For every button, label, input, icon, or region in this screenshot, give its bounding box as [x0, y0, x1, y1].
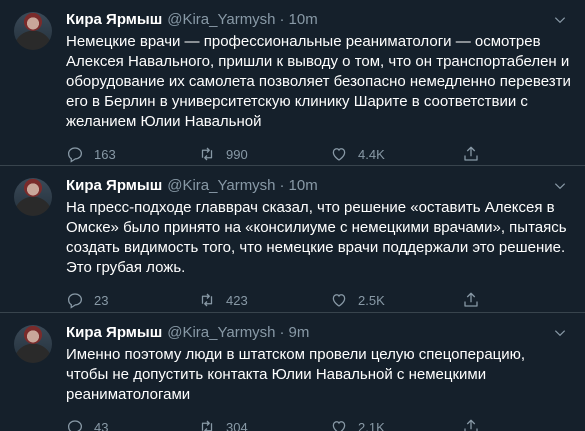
- timestamp[interactable]: 10m: [289, 176, 318, 196]
- share-icon: [462, 418, 480, 431]
- tweet-meta: Кира Ярмыш @Kira_Yarmysh · 9m: [66, 323, 309, 343]
- heart-icon: [330, 291, 348, 309]
- avatar[interactable]: [14, 178, 52, 216]
- tweet[interactable]: Кира Ярмыш @Kira_Yarmysh · 9m Именно поэ…: [0, 313, 585, 431]
- like-button[interactable]: 4.4K: [330, 145, 462, 163]
- tweet[interactable]: Кира Ярмыш @Kira_Yarmysh · 10m Немецкие …: [0, 0, 585, 166]
- retweet-button[interactable]: 990: [198, 145, 330, 163]
- tweet-meta: Кира Ярмыш @Kira_Yarmysh · 10m: [66, 176, 318, 196]
- share-button[interactable]: [462, 418, 492, 431]
- tweet-meta: Кира Ярмыш @Kira_Yarmysh · 10m: [66, 10, 318, 30]
- tweet-header: Кира Ярмыш @Kira_Yarmysh · 10m: [66, 176, 571, 196]
- author-name[interactable]: Кира Ярмыш: [66, 10, 162, 30]
- retweet-icon: [198, 418, 216, 431]
- author-handle[interactable]: @Kira_Yarmysh: [167, 10, 275, 30]
- tweet-text: На пресс-подходе главврач сказал, что ре…: [66, 199, 567, 276]
- heart-icon: [330, 145, 348, 163]
- author-handle[interactable]: @Kira_Yarmysh: [167, 323, 275, 343]
- retweet-button[interactable]: 423: [198, 291, 330, 309]
- retweet-icon: [198, 291, 216, 309]
- timestamp[interactable]: 10m: [289, 10, 318, 30]
- tweet-content: Кира Ярмыш @Kira_Yarmysh · 10m Немецкие …: [63, 10, 571, 165]
- share-icon: [462, 145, 480, 163]
- like-button[interactable]: 2.1K: [330, 418, 462, 431]
- reply-count: 43: [94, 419, 109, 431]
- separator-dot: ·: [279, 177, 285, 194]
- timestamp[interactable]: 9m: [289, 323, 310, 343]
- tweet-header: Кира Ярмыш @Kira_Yarmysh · 9m: [66, 323, 571, 343]
- retweet-count: 423: [226, 292, 248, 308]
- avatar-column: [14, 323, 63, 431]
- reply-count: 163: [94, 146, 116, 162]
- tweet-content: Кира Ярмыш @Kira_Yarmysh · 9m Именно поэ…: [63, 323, 571, 431]
- reply-icon: [66, 418, 84, 431]
- retweet-icon: [198, 145, 216, 163]
- tweet-actions: 43 304 2.1K: [66, 417, 571, 431]
- chevron-down-icon[interactable]: [551, 177, 569, 195]
- heart-icon: [330, 418, 348, 431]
- like-count: 4.4K: [358, 146, 385, 162]
- reply-count: 23: [94, 292, 109, 308]
- reply-button[interactable]: 43: [66, 418, 198, 431]
- reply-button[interactable]: 163: [66, 145, 198, 163]
- reply-button[interactable]: 23: [66, 291, 198, 309]
- avatar-column: [14, 176, 63, 312]
- author-name[interactable]: Кира Ярмыш: [66, 323, 162, 343]
- separator-dot: ·: [279, 324, 285, 341]
- retweet-count: 990: [226, 146, 248, 162]
- reply-icon: [66, 291, 84, 309]
- like-count: 2.1K: [358, 419, 385, 431]
- share-icon: [462, 291, 480, 309]
- retweet-button[interactable]: 304: [198, 418, 330, 431]
- like-count: 2.5K: [358, 292, 385, 308]
- tweet-content: Кира Ярмыш @Kira_Yarmysh · 10m На пресс-…: [63, 176, 571, 312]
- tweet-header: Кира Ярмыш @Kira_Yarmysh · 10m: [66, 10, 571, 30]
- chevron-down-icon[interactable]: [551, 11, 569, 29]
- chevron-down-icon[interactable]: [551, 324, 569, 342]
- tweet-actions: 23 423 2.5K: [66, 290, 571, 310]
- tweet-actions: 163 990 4.4K: [66, 144, 571, 164]
- author-name[interactable]: Кира Ярмыш: [66, 176, 162, 196]
- avatar[interactable]: [14, 325, 52, 363]
- reply-icon: [66, 145, 84, 163]
- share-button[interactable]: [462, 145, 492, 163]
- retweet-count: 304: [226, 419, 248, 431]
- author-handle[interactable]: @Kira_Yarmysh: [167, 176, 275, 196]
- tweet-text: Именно поэтому люди в штатском провели ц…: [66, 346, 526, 403]
- timeline-feed: Кира Ярмыш @Kira_Yarmysh · 10m Немецкие …: [0, 0, 585, 431]
- avatar-column: [14, 10, 63, 165]
- avatar[interactable]: [14, 12, 52, 50]
- tweet-text: Немецкие врачи — профессиональные реаним…: [66, 33, 571, 130]
- like-button[interactable]: 2.5K: [330, 291, 462, 309]
- tweet[interactable]: Кира Ярмыш @Kira_Yarmysh · 10m На пресс-…: [0, 166, 585, 313]
- separator-dot: ·: [279, 11, 285, 28]
- share-button[interactable]: [462, 291, 492, 309]
